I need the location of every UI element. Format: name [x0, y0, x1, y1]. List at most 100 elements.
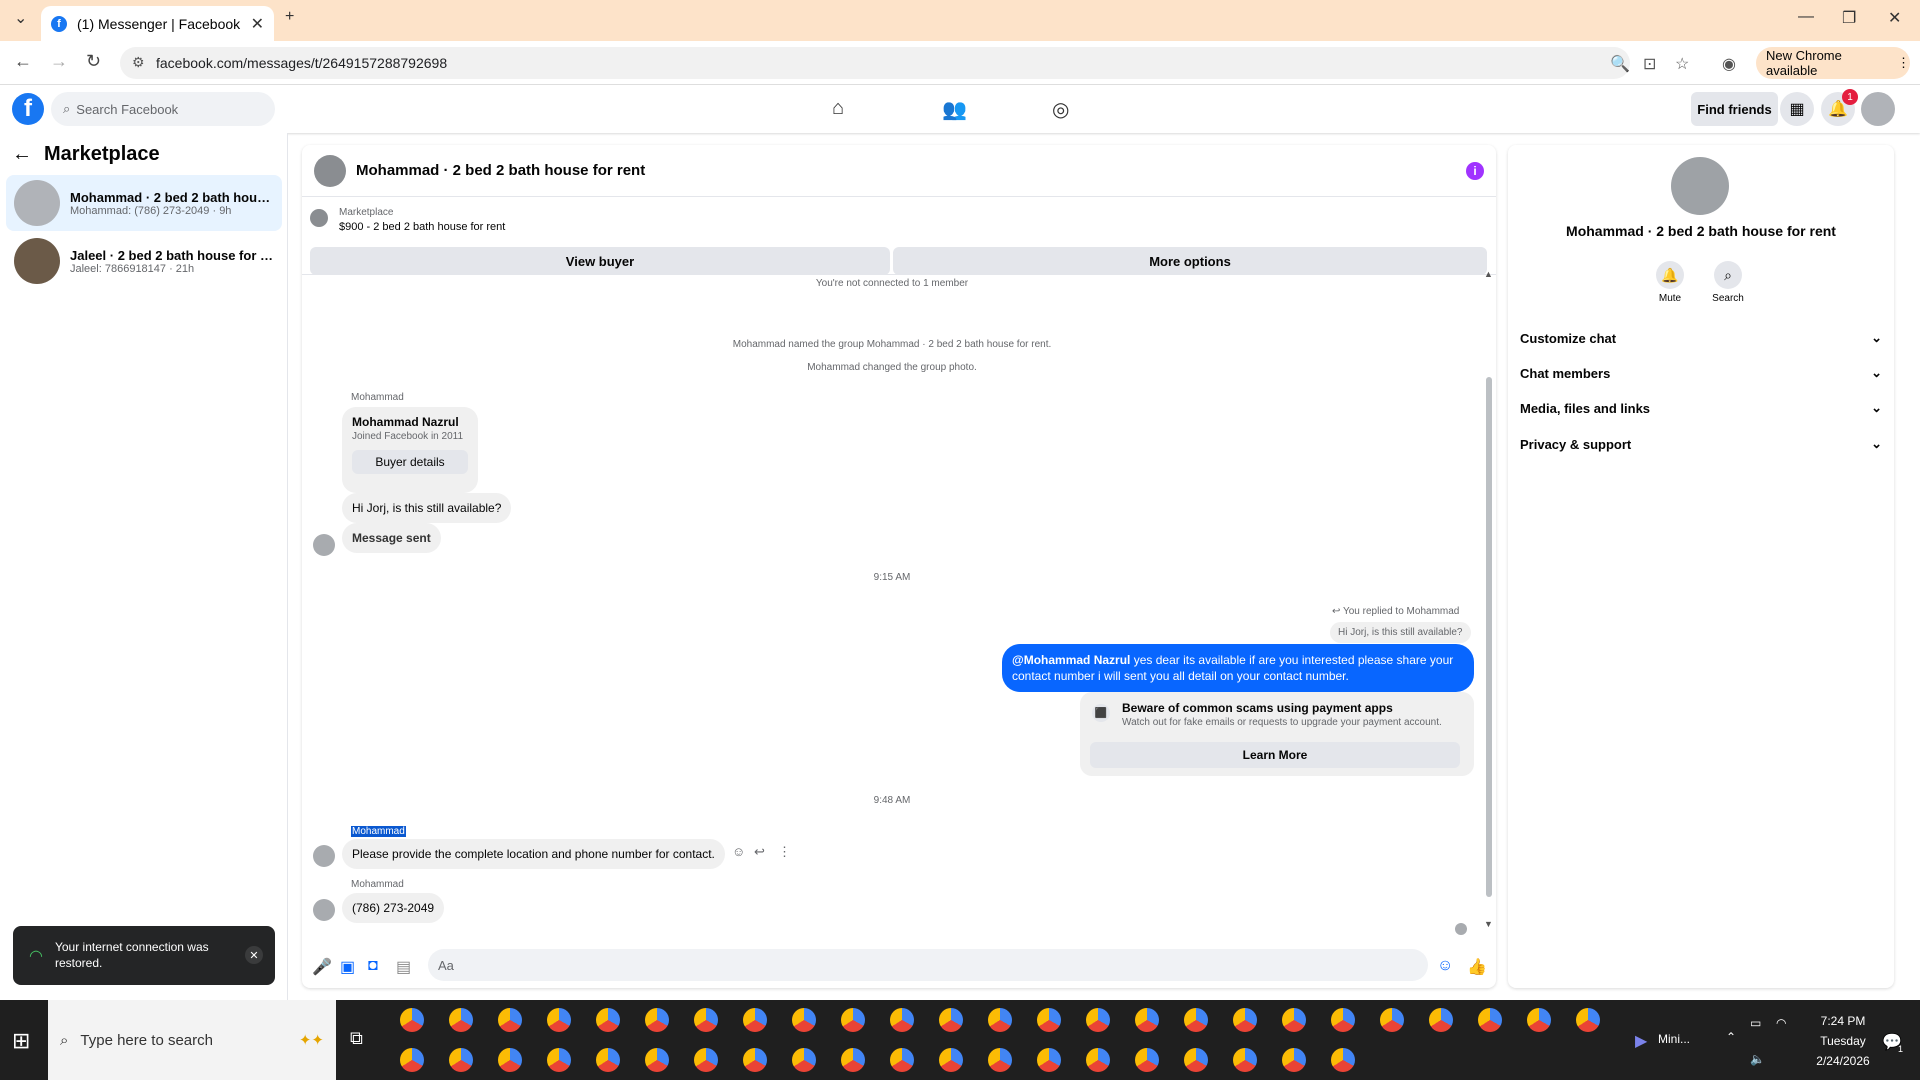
chrome-app-icon[interactable] — [988, 1048, 1012, 1072]
chrome-app-icon[interactable] — [1135, 1008, 1159, 1032]
bookmark-star-icon[interactable]: ☆ — [1675, 54, 1689, 74]
chrome-app-icon[interactable] — [792, 1048, 816, 1072]
mute-button[interactable]: 🔔 Mute — [1640, 261, 1700, 304]
emoji-icon[interactable]: ☺ — [1437, 957, 1453, 975]
tab-search-icon[interactable]: ⌄ — [14, 8, 27, 28]
site-info-icon[interactable]: ⚙ — [132, 54, 145, 71]
wifi-tray-icon[interactable]: ◠ — [1776, 1016, 1786, 1030]
battery-icon[interactable]: ▭ — [1750, 1016, 1761, 1030]
chrome-app-icon[interactable] — [1233, 1008, 1257, 1032]
scroll-down-icon[interactable]: ▼ — [1484, 919, 1493, 929]
chrome-app-icon[interactable] — [1086, 1048, 1110, 1072]
chrome-app-icon[interactable] — [988, 1008, 1012, 1032]
message-bubble[interactable]: Hi Jorj, is this still available? — [342, 493, 512, 523]
task-view-icon[interactable]: ⧉ — [350, 1028, 363, 1049]
scroll-up-icon[interactable]: ▲ — [1484, 269, 1493, 279]
groups-icon[interactable]: ◎ — [1052, 97, 1069, 122]
chrome-app-icon[interactable] — [743, 1008, 767, 1032]
gif-icon[interactable]: ▤ — [396, 957, 411, 977]
mini-label[interactable]: Mini... — [1658, 1032, 1690, 1046]
reload-icon[interactable]: ↻ — [86, 51, 101, 72]
info-icon[interactable]: i — [1466, 162, 1484, 180]
sticker-icon[interactable]: ◘ — [368, 957, 378, 975]
chrome-app-icon[interactable] — [1184, 1048, 1208, 1072]
message-bubble[interactable]: Please provide the complete location and… — [342, 839, 725, 869]
more-icon[interactable]: ⋮ — [778, 844, 791, 860]
chrome-app-icon[interactable] — [1233, 1048, 1257, 1072]
quoted-message[interactable]: Hi Jorj, is this still available? — [1330, 622, 1471, 643]
notifications-bell-icon[interactable]: 🔔 1 — [1821, 89, 1858, 126]
chrome-app-icon[interactable] — [596, 1048, 620, 1072]
chrome-app-icon[interactable] — [890, 1048, 914, 1072]
conversation-item[interactable]: Mohammad · 2 bed 2 bath house f... Moham… — [6, 175, 282, 231]
chrome-app-icon[interactable] — [645, 1048, 669, 1072]
find-friends-button[interactable]: Find friends — [1691, 92, 1778, 126]
like-thumb-icon[interactable]: 👍 — [1467, 957, 1487, 977]
url-field[interactable]: ⚙ facebook.com/messages/t/26491572887926… — [120, 47, 1630, 79]
volume-icon[interactable]: 🔈 — [1750, 1052, 1765, 1066]
close-icon[interactable]: ✕ — [245, 946, 263, 964]
chrome-app-icon[interactable] — [939, 1048, 963, 1072]
friends-icon[interactable]: 👥 — [942, 97, 967, 122]
facebook-search-input[interactable]: ⌕ Search Facebook — [51, 92, 275, 126]
clock-date[interactable]: 2/24/2026 — [1808, 1054, 1878, 1068]
chrome-menu-icon[interactable]: ⋮ — [1897, 55, 1910, 71]
chrome-app-icon[interactable] — [498, 1008, 522, 1032]
close-tab-icon[interactable]: ✕ — [251, 14, 264, 34]
search-conversation-button[interactable]: ⌕ Search — [1698, 261, 1758, 304]
windows-start-icon[interactable]: ⊞ — [12, 1028, 30, 1054]
chrome-app-icon[interactable] — [547, 1048, 571, 1072]
chrome-app-icon[interactable] — [743, 1048, 767, 1072]
clock-time[interactable]: 7:24 PM — [1808, 1014, 1878, 1028]
customize-chat-item[interactable]: Customize chat ⌄ — [1520, 321, 1882, 355]
photo-icon[interactable]: ▣ — [340, 957, 355, 977]
chrome-app-icon[interactable] — [400, 1048, 424, 1072]
chrome-app-icon[interactable] — [1282, 1048, 1306, 1072]
chrome-app-icon[interactable] — [1331, 1048, 1355, 1072]
taskbar-search-input[interactable]: ⌕ Type here to search ✦✦ — [48, 1000, 336, 1080]
chrome-app-icon[interactable] — [400, 1008, 424, 1032]
forward-icon[interactable]: → — [50, 51, 68, 72]
chrome-app-icon[interactable] — [449, 1048, 473, 1072]
message-bubble[interactable]: (786) 273-2049 — [342, 893, 445, 923]
window-close-icon[interactable]: ✕ — [1888, 8, 1901, 28]
browser-tab[interactable]: f (1) Messenger | Facebook ✕ — [41, 6, 274, 41]
outgoing-message-bubble[interactable]: @Mohammad Nazrul yes dear its available … — [1002, 644, 1474, 693]
clock-day[interactable]: Tuesday — [1808, 1034, 1878, 1048]
privacy-support-item[interactable]: Privacy & support ⌄ — [1520, 427, 1882, 461]
buyer-details-button[interactable]: Buyer details — [352, 450, 468, 474]
home-icon[interactable]: ⌂ — [832, 97, 844, 120]
chrome-app-icon[interactable] — [1086, 1008, 1110, 1032]
chrome-app-icon[interactable] — [449, 1008, 473, 1032]
chrome-app-icon[interactable] — [1478, 1008, 1502, 1032]
conversation-item[interactable]: Jaleel · 2 bed 2 bath house for rent Jal… — [6, 233, 282, 289]
more-options-button[interactable]: More options — [893, 247, 1487, 275]
chrome-app-icon[interactable] — [1135, 1048, 1159, 1072]
chrome-app-icon[interactable] — [694, 1008, 718, 1032]
chrome-app-icon[interactable] — [1037, 1048, 1061, 1072]
chrome-app-icon[interactable] — [1576, 1008, 1600, 1032]
minimize-icon[interactable]: — — [1798, 8, 1814, 26]
chrome-app-icon[interactable] — [1331, 1008, 1355, 1032]
chrome-app-icon[interactable] — [1037, 1008, 1061, 1032]
chrome-app-icon[interactable] — [939, 1008, 963, 1032]
back-arrow-icon[interactable]: ← — [12, 143, 32, 166]
chrome-app-icon[interactable] — [841, 1048, 865, 1072]
view-buyer-button[interactable]: View buyer — [310, 247, 890, 275]
back-icon[interactable]: ← — [14, 51, 32, 72]
microphone-icon[interactable]: 🎤 — [312, 957, 332, 977]
chrome-app-icon[interactable] — [890, 1008, 914, 1032]
account-avatar[interactable] — [1861, 92, 1895, 126]
chrome-app-icon[interactable] — [1184, 1008, 1208, 1032]
chat-scrollbar[interactable]: ▲ ▼ — [1484, 269, 1494, 929]
install-app-icon[interactable]: ⊡ — [1643, 54, 1656, 74]
chat-members-item[interactable]: Chat members ⌄ — [1520, 356, 1882, 390]
menu-grid-icon[interactable]: ▦ — [1780, 92, 1814, 126]
new-chrome-button[interactable]: New Chrome available ⋮ — [1756, 47, 1910, 79]
reply-icon[interactable]: ↩ — [754, 844, 765, 860]
chrome-app-icon[interactable] — [1282, 1008, 1306, 1032]
chat-avatar[interactable] — [314, 154, 346, 187]
learn-more-button[interactable]: Learn More — [1090, 742, 1460, 768]
chrome-app-icon[interactable] — [596, 1008, 620, 1032]
chrome-app-icon[interactable] — [1380, 1008, 1404, 1032]
